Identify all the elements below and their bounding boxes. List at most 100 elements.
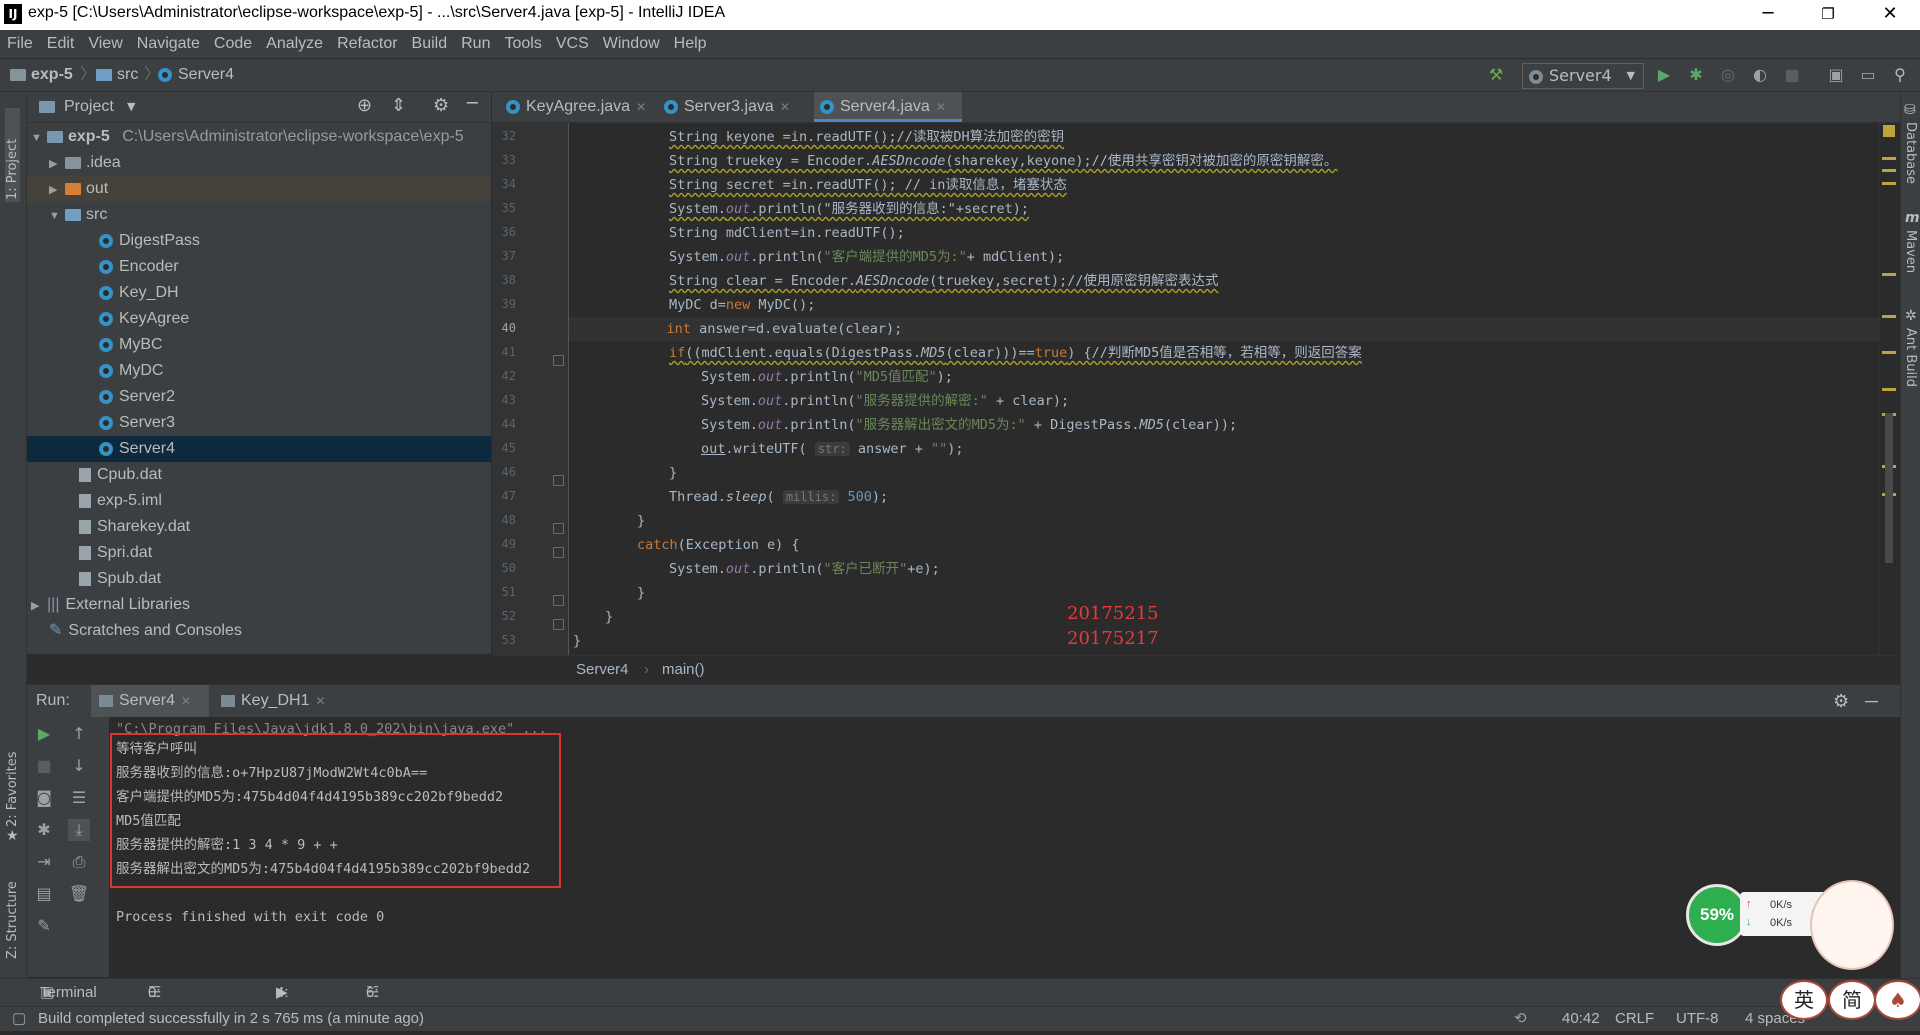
tree-class-item[interactable]: Encoder [27, 254, 491, 280]
tree-item-src[interactable]: ▼ src [27, 202, 491, 228]
stop-icon[interactable]: ■ [33, 755, 55, 777]
tree-class-item[interactable]: Server2 [27, 384, 491, 410]
warning-mark[interactable] [1882, 315, 1896, 318]
search-icon[interactable]: ⚲ [1890, 65, 1910, 85]
ant-build-tool-button[interactable]: Ant Build [1903, 328, 1918, 408]
run-icon[interactable]: ▶ [1654, 65, 1674, 85]
tree-class-item[interactable]: DigestPass [27, 228, 491, 254]
fold-marker-icon[interactable] [553, 595, 564, 606]
nav-file[interactable]: Server4 [158, 59, 234, 91]
tree-file-item[interactable]: Cpub.dat [27, 462, 491, 488]
menu-build[interactable]: Build [405, 30, 455, 58]
memory-gauge[interactable]: 59% [1686, 884, 1748, 946]
fold-marker-icon[interactable] [553, 619, 564, 630]
menu-refactor[interactable]: Refactor [330, 30, 404, 58]
menu-edit[interactable]: Edit [40, 30, 82, 58]
warning-indicator-icon[interactable] [1883, 125, 1895, 137]
coverage-icon[interactable]: ◎ [1718, 65, 1738, 85]
fold-marker-icon[interactable] [553, 547, 564, 558]
structure-tool-button[interactable]: Z: Structure [5, 864, 20, 959]
tree-class-item[interactable]: KeyAgree [27, 306, 491, 332]
warning-mark[interactable] [1882, 169, 1896, 172]
fold-marker-icon[interactable] [553, 355, 564, 366]
tree-root-exp5[interactable]: ▼ exp-5 C:\Users\Administrator\eclipse-wo… [27, 124, 491, 150]
menu-analyze[interactable]: Analyze [259, 30, 330, 58]
scroll-to-end-icon[interactable]: ⤓ [68, 819, 90, 841]
menu-run[interactable]: Run [454, 30, 497, 58]
status-message[interactable]: Build completed successfully in 2 s 765 … [38, 1007, 424, 1031]
debug-bug-icon[interactable]: ✱ [33, 819, 55, 841]
camera-icon[interactable]: ◙ [33, 787, 55, 809]
locate-target-icon[interactable]: ⊕ [357, 95, 372, 116]
close-tab-icon[interactable]: ✕ [780, 100, 790, 114]
pin-icon[interactable]: ✎ [33, 915, 55, 937]
minimize-button[interactable]: ─ [1740, 0, 1796, 30]
ime-english-button[interactable]: 英 [1780, 980, 1828, 1020]
nav-project[interactable]: exp-5 [10, 59, 73, 91]
gear-icon[interactable]: ⚙ [1833, 685, 1849, 717]
close-button[interactable]: ✕ [1862, 0, 1918, 30]
warning-mark[interactable] [1882, 273, 1896, 276]
tab-server4[interactable]: Server4.java ✕ [814, 92, 962, 122]
close-tab-icon[interactable]: ✕ [315, 694, 325, 708]
warning-mark[interactable] [1882, 388, 1896, 391]
tree-file-item[interactable]: Spub.dat [27, 566, 491, 592]
breadcrumb-class[interactable]: Server4 [576, 656, 629, 684]
scroll-up-icon[interactable]: ↑ [68, 723, 90, 745]
tree-item-out[interactable]: ▶ out [27, 176, 491, 202]
tree-class-item[interactable]: Server3 [27, 410, 491, 436]
collapse-all-icon[interactable]: ⇕ [391, 95, 406, 116]
console-output[interactable]: "C:\Program Files\Java\jdk1.8.0_202\bin\… [110, 717, 1900, 977]
caret-position[interactable]: 40:42 [1562, 1007, 1600, 1031]
ime-simplified-button[interactable]: 简 [1828, 980, 1876, 1020]
tree-file-item[interactable]: Sharekey.dat [27, 514, 491, 540]
gear-icon[interactable]: ⚙ [433, 95, 449, 116]
run-tab-keydh1[interactable]: Key_DH1 ✕ [221, 685, 326, 717]
tab-keyagree[interactable]: KeyAgree.java ✕ [500, 92, 650, 122]
tree-class-item-selected[interactable]: Server4 [27, 436, 491, 462]
database-tool-button[interactable]: Database [1903, 122, 1918, 192]
stop-icon[interactable]: ■ [1782, 65, 1802, 85]
nav-src[interactable]: src [96, 59, 138, 91]
run-config-select[interactable]: Server4 ▼ [1522, 63, 1644, 89]
window-layout-icon[interactable]: ▭ [1858, 65, 1878, 85]
hide-panel-icon[interactable]: ─ [467, 93, 478, 114]
tree-class-item[interactable]: Key_DH [27, 280, 491, 306]
scrollbar-thumb[interactable] [1885, 413, 1893, 563]
ime-skin-icon[interactable]: ♠ [1874, 980, 1920, 1020]
rerun-icon[interactable]: ▶ [33, 723, 55, 745]
fold-marker-icon[interactable] [553, 523, 564, 534]
tree-scratches[interactable]: ✎ Scratches and Consoles [27, 618, 491, 644]
tree-file-item[interactable]: exp-5.iml [27, 488, 491, 514]
build-hammer-icon[interactable]: ⚒ [1486, 65, 1506, 85]
exit-icon[interactable]: ⇥ [33, 851, 55, 873]
maven-tool-button[interactable]: Maven [1903, 230, 1918, 290]
tree-class-item[interactable]: MyDC [27, 358, 491, 384]
run-tab-server4[interactable]: Server4 ✕ [91, 685, 209, 717]
warning-mark[interactable] [1882, 182, 1896, 185]
scroll-down-icon[interactable]: ↓ [68, 755, 90, 777]
menu-navigate[interactable]: Navigate [130, 30, 207, 58]
warning-mark[interactable] [1882, 157, 1896, 160]
status-toggle-icon[interactable]: ▢ [12, 1007, 26, 1031]
line-separator[interactable]: CRLF [1615, 1007, 1654, 1031]
menu-help[interactable]: Help [667, 30, 714, 58]
code-editor[interactable]: String keyone =in.readUTF();//读取被DH算法加密的… [569, 123, 1879, 655]
menu-file[interactable]: File [0, 30, 40, 58]
layout-icon[interactable]: ▤ [33, 883, 55, 905]
print-icon[interactable]: ⎙ [68, 851, 90, 873]
file-encoding[interactable]: UTF-8 [1676, 1007, 1719, 1031]
menu-tools[interactable]: Tools [497, 30, 548, 58]
hide-panel-icon[interactable]: ─ [1865, 685, 1878, 717]
tree-external-libraries[interactable]: ▶ ||| External Libraries [27, 592, 491, 618]
menu-code[interactable]: Code [207, 30, 259, 58]
menu-vcs[interactable]: VCS [549, 30, 596, 58]
fold-marker-icon[interactable] [553, 475, 564, 486]
chevron-down-icon[interactable]: ▼ [127, 92, 135, 122]
tree-class-item[interactable]: MyBC [27, 332, 491, 358]
project-tool-button[interactable]: 1: Project [5, 108, 20, 202]
tree-file-item[interactable]: Spri.dat [27, 540, 491, 566]
warning-mark[interactable] [1882, 351, 1896, 354]
project-structure-icon[interactable]: ▣ [1826, 65, 1846, 85]
menu-view[interactable]: View [81, 30, 129, 58]
